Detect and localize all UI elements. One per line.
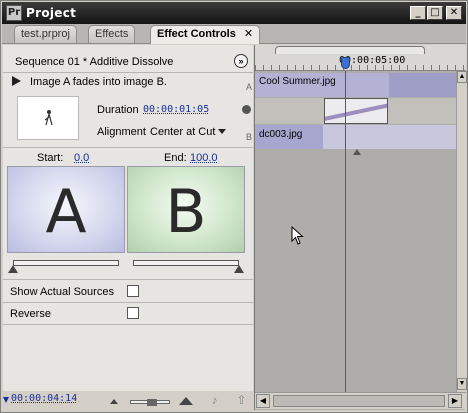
vertical-scrollbar[interactable]: ▲ ▼ — [456, 71, 467, 392]
alignment-label: Alignment — [97, 126, 146, 138]
tab-effects[interactable]: Effects — [88, 25, 136, 43]
reverse-checkbox[interactable] — [127, 307, 139, 319]
transition-thumbnail — [17, 96, 79, 140]
sequence-effect-title: Sequence 01 * Additive Dissolve — [15, 56, 174, 68]
start-slider-thumb[interactable] — [8, 265, 18, 273]
duration-value[interactable]: 00:00:01:05 — [143, 104, 209, 115]
preview-b-letter: B — [165, 177, 207, 247]
tab-project[interactable]: test.prproj — [14, 25, 77, 43]
divider — [3, 279, 253, 280]
audio-icon[interactable]: ♪ — [208, 394, 221, 407]
divider — [3, 147, 253, 148]
export-icon[interactable]: ⇧ — [235, 394, 248, 407]
tab-effects-label: Effects — [95, 28, 129, 40]
preview-a: A — [7, 166, 125, 253]
transition-timeline: 00:00:05:00 Cool Summer.jpg dc003.jpg ▲ — [254, 45, 467, 410]
cut-marker-icon — [353, 149, 361, 155]
maximize-button[interactable]: □ — [427, 6, 443, 20]
clip-a-tail — [389, 73, 456, 97]
tab-effect-controls[interactable]: Effect Controls ✕ — [150, 25, 261, 44]
effect-description-row: Image A fades into image B. — [3, 73, 253, 91]
horizontal-scrollbar[interactable]: ◀ ▶ — [255, 392, 466, 409]
title-bar[interactable]: Pr Project _ □ ✕ — [2, 2, 466, 24]
timecode-menu-icon[interactable] — [3, 397, 9, 403]
zoom-in-icon[interactable] — [179, 397, 193, 405]
clip-b-label: dc003.jpg — [259, 129, 303, 140]
divider — [3, 324, 253, 325]
clip-a-label: Cool Summer.jpg — [259, 76, 336, 87]
transition-track — [255, 98, 456, 124]
scroll-left-icon[interactable]: ◀ — [256, 394, 270, 408]
mouse-cursor-icon — [291, 226, 304, 245]
close-button[interactable]: ✕ — [446, 6, 462, 20]
panel-menu-button[interactable]: » — [234, 54, 248, 68]
show-actual-sources-checkbox[interactable] — [127, 285, 139, 297]
effect-description: Image A fades into image B. — [30, 76, 167, 88]
alignment-dropdown[interactable]: Center at Cut — [150, 126, 215, 138]
window-title: Project — [26, 6, 77, 20]
figure-icon — [44, 110, 53, 126]
ruler-ticks — [255, 65, 466, 71]
scroll-down-icon[interactable]: ▼ — [457, 378, 467, 390]
track-b: dc003.jpg — [255, 125, 456, 149]
reverse-label: Reverse — [10, 308, 51, 320]
effect-controls-panel: Sequence 01 * Additive Dissolve » Image … — [3, 45, 253, 410]
premiere-app-icon: Pr — [6, 5, 22, 21]
playhead-handle[interactable] — [341, 57, 350, 69]
show-actual-sources-label: Show Actual Sources — [10, 286, 114, 298]
track-b-marker: B — [245, 132, 252, 142]
divider — [3, 302, 253, 303]
playhead-line[interactable] — [345, 71, 346, 392]
time-ruler[interactable]: 00:00:05:00 — [255, 45, 466, 71]
end-value[interactable]: 100.0 — [190, 152, 218, 164]
transition-band — [325, 101, 387, 123]
show-actual-sources-row: Show Actual Sources — [3, 282, 253, 302]
tab-effect-controls-label: Effect Controls — [157, 28, 236, 40]
premiere-window: Pr Project _ □ ✕ test.prproj Effects Eff… — [0, 0, 468, 413]
start-value[interactable]: 0.0 — [74, 152, 89, 164]
reverse-row: Reverse — [3, 304, 253, 324]
clip-a[interactable]: Cool Summer.jpg — [255, 73, 389, 97]
start-end-row: Start: 0.0 End: 100.0 — [3, 151, 253, 165]
scroll-thumb[interactable] — [273, 395, 445, 407]
end-slider-thumb[interactable] — [234, 265, 244, 273]
start-label: Start: — [37, 152, 64, 164]
panel-tab-bar: test.prproj Effects Effect Controls ✕ — [2, 24, 466, 44]
pen-tool-icon[interactable] — [242, 105, 251, 114]
preview-a-letter: A — [45, 177, 87, 247]
chevron-down-icon[interactable] — [218, 129, 226, 134]
play-preview-icon[interactable] — [12, 76, 21, 86]
minimize-button[interactable]: _ — [410, 6, 426, 20]
start-slider[interactable] — [13, 260, 119, 266]
tab-close-icon[interactable]: ✕ — [244, 28, 253, 40]
transition-clip[interactable] — [324, 98, 388, 124]
view-range-bar[interactable] — [275, 46, 425, 54]
duration-label: Duration — [97, 104, 139, 116]
track-a: Cool Summer.jpg — [255, 73, 456, 97]
preview-b: B — [127, 166, 245, 253]
scroll-up-icon[interactable]: ▲ — [457, 71, 467, 83]
effect-header: Sequence 01 * Additive Dissolve » — [3, 53, 253, 71]
clip-b-tail — [323, 125, 456, 149]
end-label: End: — [164, 152, 187, 164]
tab-project-label: test.prproj — [21, 28, 70, 40]
track-a-marker: A — [245, 82, 252, 92]
clip-b[interactable]: dc003.jpg — [255, 125, 323, 149]
scroll-right-icon[interactable]: ▶ — [448, 394, 462, 408]
effect-controls-footer: 00:00:04:14 ♪ ⇧ — [3, 391, 253, 410]
current-timecode[interactable]: 00:00:04:14 — [11, 393, 77, 404]
end-slider[interactable] — [133, 260, 239, 266]
zoom-out-icon[interactable] — [110, 399, 118, 404]
zoom-slider-thumb[interactable] — [147, 399, 157, 406]
